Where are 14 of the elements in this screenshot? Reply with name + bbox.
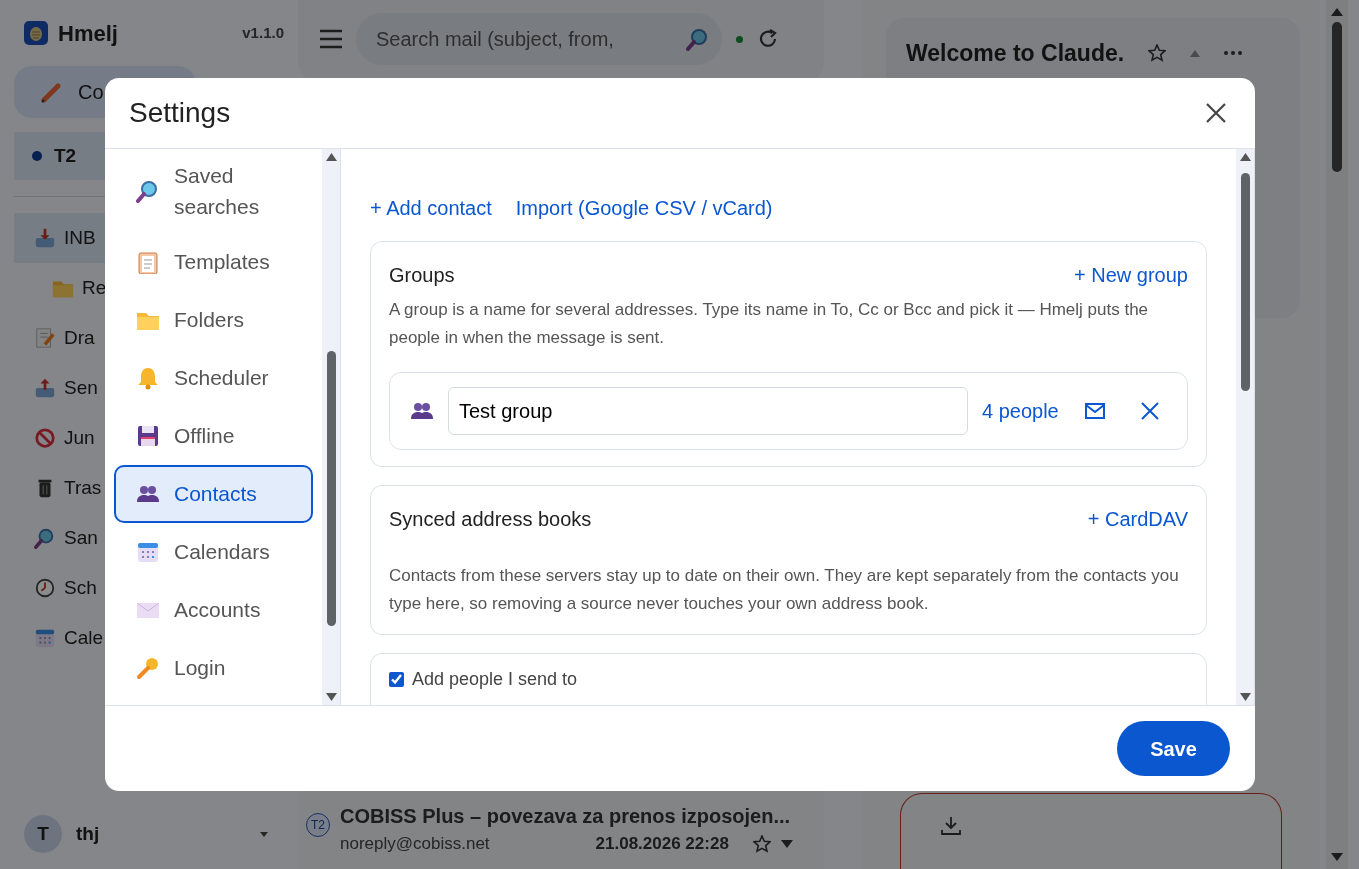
section-title: Synced address books: [389, 507, 592, 531]
section-description: A group is a name for several addresses. Type its name in To, Cc or Bcc and pick it — Hmelj puts the people in when the message is sent.: [389, 299, 1150, 349]
app-name: Hmelj: [58, 19, 118, 48]
section-title: Groups: [389, 263, 455, 287]
message-title: Welcome to Claude.: [906, 39, 1125, 68]
account-badge: T2: [306, 813, 330, 837]
message-subject: COBISS Plus – povezava za prenos izposojen...: [340, 804, 792, 829]
dialog-title: Settings: [129, 96, 231, 130]
message-date: 21.08.2026 22:28: [595, 833, 729, 855]
option-label: Add people I send to: [412, 668, 578, 691]
section-description: Contacts from these servers stay up to date on their own. They are kept separately from the contacts you type here, so removing a source never touches your own address book.: [389, 565, 1180, 615]
user-name: thj: [76, 821, 100, 846]
message-sender: noreply@cobiss.net: [340, 833, 490, 855]
version-label: v1.1.0: [242, 22, 284, 43]
